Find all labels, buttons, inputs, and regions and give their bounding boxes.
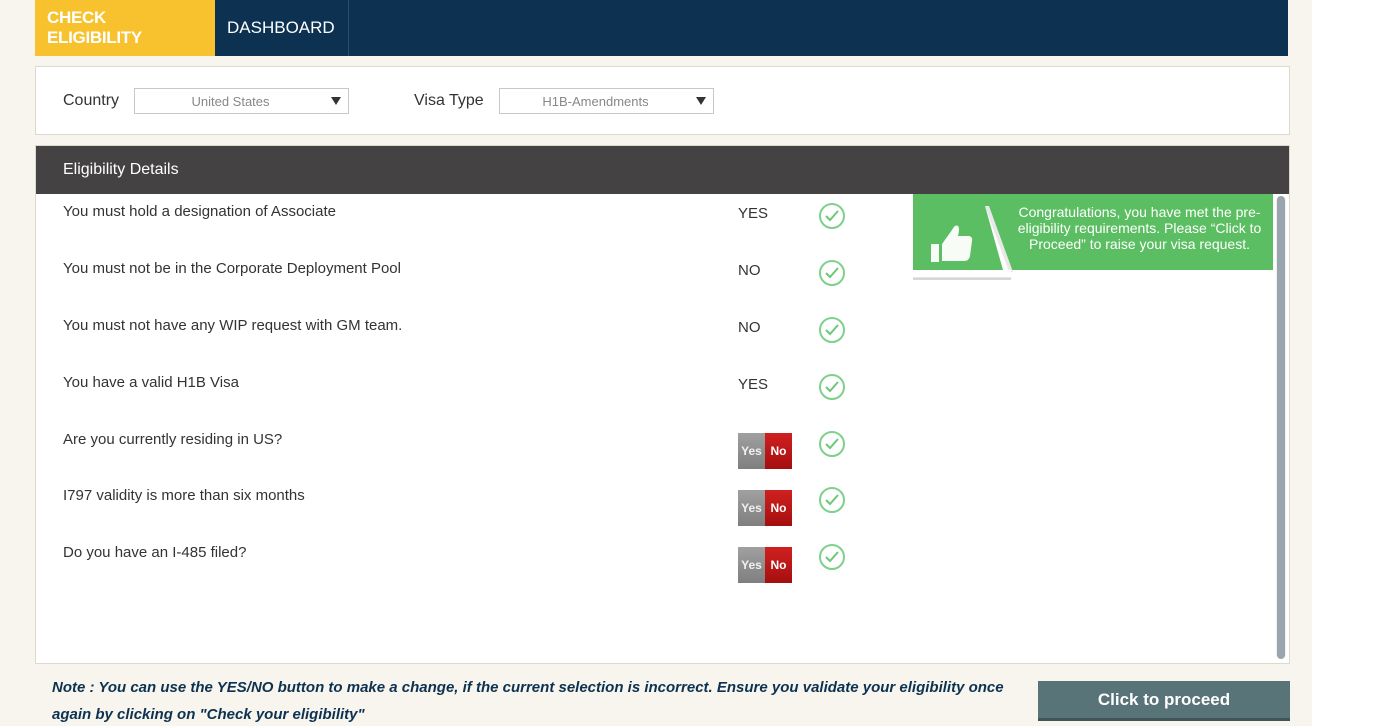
check-icon bbox=[819, 317, 845, 343]
eligibility-row: You have a valid H1B Visa YES bbox=[36, 374, 1276, 414]
filter-panel: Country United States Visa Type H1B-Amen… bbox=[35, 66, 1290, 135]
footer-note: Note : You can use the YES/NO button to … bbox=[52, 679, 1004, 723]
eligibility-row: I797 validity is more than six months Ye… bbox=[36, 487, 1276, 527]
toggle-yes[interactable]: Yes bbox=[738, 547, 765, 583]
check-icon bbox=[819, 431, 845, 457]
tab-dashboard[interactable]: DASHBOARD bbox=[215, 0, 349, 56]
chevron-down-icon bbox=[696, 97, 706, 105]
country-label: Country bbox=[63, 92, 120, 109]
eligibility-scrollbar[interactable] bbox=[1276, 196, 1286, 659]
check-icon bbox=[819, 544, 845, 570]
toggle-no[interactable]: No bbox=[765, 490, 792, 526]
eligibility-question: You must hold a designation of Associate bbox=[63, 203, 336, 220]
eligibility-row: Are you currently residing in US? Yes No bbox=[36, 431, 1276, 471]
check-icon bbox=[819, 260, 845, 286]
eligibility-question: Are you currently residing in US? bbox=[63, 431, 283, 448]
toggle-no[interactable]: No bbox=[765, 547, 792, 583]
eligibility-answer: NO bbox=[738, 319, 761, 336]
toggle-yes[interactable]: Yes bbox=[738, 490, 765, 526]
congrats-message: Congratulations, you have met the pre-el… bbox=[1017, 204, 1262, 252]
eligibility-row: Do you have an I-485 filed? Yes No bbox=[36, 544, 1276, 584]
toggle-no[interactable]: No bbox=[765, 433, 792, 469]
top-nav: CHECK ELIGIBILITY DASHBOARD bbox=[35, 0, 1288, 56]
country-select-value: United States bbox=[191, 93, 270, 109]
right-gutter bbox=[1312, 0, 1390, 726]
toggle-yes[interactable]: Yes bbox=[738, 433, 765, 469]
congrats-banner: Congratulations, you have met the pre-el… bbox=[913, 194, 1273, 280]
eligibility-question: I797 validity is more than six months bbox=[63, 487, 305, 504]
eligibility-row: You must not have any WIP request with G… bbox=[36, 317, 1276, 357]
eligibility-question: You must not have any WIP request with G… bbox=[63, 317, 403, 334]
check-icon bbox=[819, 203, 845, 229]
chevron-down-icon bbox=[331, 97, 341, 105]
visa-type-select[interactable]: H1B-Amendments bbox=[499, 88, 714, 114]
visa-type-select-value: H1B-Amendments bbox=[542, 93, 649, 109]
yes-no-toggle[interactable]: Yes No bbox=[738, 433, 792, 469]
eligibility-question: You have a valid H1B Visa bbox=[63, 374, 239, 391]
eligibility-question: You must not be in the Corporate Deploym… bbox=[63, 260, 401, 277]
yes-no-toggle[interactable]: Yes No bbox=[738, 490, 792, 526]
eligibility-title: Eligibility Details bbox=[63, 161, 179, 178]
eligibility-answer: YES bbox=[738, 205, 769, 222]
yes-no-toggle[interactable]: Yes No bbox=[738, 547, 792, 583]
click-to-proceed-button[interactable]: Click to proceed bbox=[1038, 681, 1290, 721]
scrollbar-thumb[interactable] bbox=[1277, 196, 1285, 659]
eligibility-answer: YES bbox=[738, 376, 769, 393]
eligibility-header: Eligibility Details bbox=[36, 146, 1289, 194]
check-icon bbox=[819, 374, 845, 400]
eligibility-question: Do you have an I-485 filed? bbox=[63, 544, 247, 561]
eligibility-answer: NO bbox=[738, 262, 761, 279]
tab-check-eligibility[interactable]: CHECK ELIGIBILITY bbox=[35, 0, 215, 56]
country-select[interactable]: United States bbox=[134, 88, 349, 114]
thumbs-up-icon bbox=[931, 225, 973, 262]
visa-type-label: Visa Type bbox=[414, 92, 484, 109]
check-icon bbox=[819, 487, 845, 513]
